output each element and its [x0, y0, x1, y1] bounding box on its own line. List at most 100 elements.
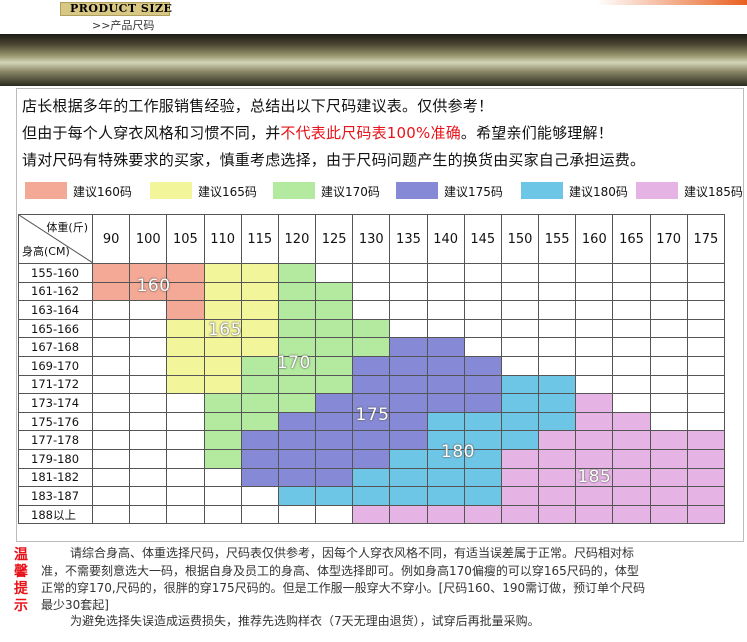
- size-cell: [352, 263, 391, 283]
- height-label-cell: 165-166: [18, 318, 93, 339]
- size-cell: [129, 504, 168, 525]
- size-cell: [686, 486, 726, 506]
- size-cell: [352, 486, 391, 506]
- size-cell: [649, 486, 688, 506]
- size-cell: [686, 411, 726, 432]
- height-label-cell: 161-162: [18, 281, 93, 302]
- size-cell: [538, 393, 577, 413]
- size-cell: [463, 355, 502, 376]
- weight-header-cell: 125: [315, 214, 354, 264]
- size-cell: [463, 318, 502, 339]
- legend-label: 建议180码: [569, 185, 628, 199]
- size-cell: [129, 337, 168, 357]
- size-cell: [500, 486, 540, 506]
- size-cell: [463, 374, 502, 395]
- size-cell: [203, 355, 242, 376]
- size-cell: [315, 300, 354, 320]
- size-cell: [649, 393, 688, 413]
- height-label-cell: 188以上: [18, 504, 93, 525]
- size-cell: [426, 411, 465, 432]
- size-cell: [538, 337, 577, 357]
- size-cell: [352, 337, 391, 357]
- height-label-cell: 163-164: [18, 300, 93, 320]
- intro-line-1: 店长根据多年的工作服销售经验，总结出以下尺码建议表。仅供参考！: [22, 97, 494, 115]
- size-cell: [166, 504, 205, 525]
- size-cell: [166, 467, 205, 488]
- tips-line-1: 请综合身高、体重选择尺码，尺码表仅供参考，因每个人穿衣风格不同，有适当误差属于正…: [70, 546, 635, 560]
- size-cell: [649, 337, 688, 357]
- weight-header-cell: 115: [240, 214, 279, 264]
- size-cell: [129, 318, 168, 339]
- size-cell: [612, 467, 651, 488]
- legend-swatch: [521, 182, 563, 199]
- size-cell: [575, 393, 614, 413]
- zone-size-label: 165: [207, 319, 242, 340]
- table-row: 161-162: [18, 281, 726, 302]
- table-row: 169-170: [18, 355, 726, 376]
- size-cell: [203, 486, 242, 506]
- size-cell: [129, 486, 168, 506]
- size-cell: [538, 467, 577, 488]
- size-cell: [500, 448, 540, 469]
- size-cell: [686, 300, 726, 320]
- size-cell: [203, 430, 242, 450]
- size-cell: [277, 448, 317, 469]
- weight-header-cell: 90: [91, 214, 131, 264]
- size-cell: [649, 411, 688, 432]
- size-cell: [166, 374, 205, 395]
- size-cell: [389, 411, 428, 432]
- size-cell: [315, 318, 354, 339]
- size-cell: [686, 337, 726, 357]
- size-cell: [91, 430, 131, 450]
- size-cell: [463, 411, 502, 432]
- size-cell: [91, 411, 131, 432]
- size-cell: [277, 281, 317, 302]
- tips-line-4: 最少30套起]: [41, 598, 109, 612]
- size-cell: [575, 486, 614, 506]
- size-cell: [352, 300, 391, 320]
- weight-header-cell: 135: [389, 214, 428, 264]
- size-cell: [91, 300, 131, 320]
- height-label-cell: 175-176: [18, 411, 93, 432]
- size-cell: [240, 486, 279, 506]
- size-cell: [129, 355, 168, 376]
- size-cell: [500, 393, 540, 413]
- size-cell: [426, 263, 465, 283]
- size-cell: [166, 430, 205, 450]
- weight-header-cell: 105: [166, 214, 205, 264]
- size-cell: [352, 467, 391, 488]
- size-cell: [463, 337, 502, 357]
- size-cell: [612, 486, 651, 506]
- table-row: 165-166: [18, 318, 726, 339]
- size-cell: [538, 430, 577, 450]
- size-legend: 建议160码 建议165码 建议170码 建议175码 建议180码 建议185码: [25, 180, 745, 202]
- size-cell: [500, 300, 540, 320]
- size-cell: [166, 411, 205, 432]
- size-cell: [129, 448, 168, 469]
- height-label-cell: 167-168: [18, 337, 93, 357]
- size-cell: [315, 337, 354, 357]
- size-cell: [91, 374, 131, 395]
- table-row: 179-180: [18, 448, 726, 469]
- size-cell: [649, 281, 688, 302]
- size-cell: [612, 374, 651, 395]
- size-cell: [500, 355, 540, 376]
- size-cell: [575, 411, 614, 432]
- table-row: 181-182: [18, 467, 726, 488]
- size-cell: [240, 467, 279, 488]
- size-cell: [463, 486, 502, 506]
- size-cell: [315, 486, 354, 506]
- size-cell: [426, 467, 465, 488]
- size-cell: [538, 263, 577, 283]
- size-cell: [240, 374, 279, 395]
- table-row: 188以上: [18, 504, 726, 525]
- size-cell: [277, 393, 317, 413]
- size-cell: [352, 430, 391, 450]
- size-cell: [612, 281, 651, 302]
- size-cell: [277, 263, 317, 283]
- product-size-title: PRODUCT SIZE: [70, 2, 173, 15]
- legend-swatch: [396, 182, 438, 199]
- weight-header-cell: 155: [538, 214, 577, 264]
- size-cell: [203, 467, 242, 488]
- size-cell: [389, 504, 428, 525]
